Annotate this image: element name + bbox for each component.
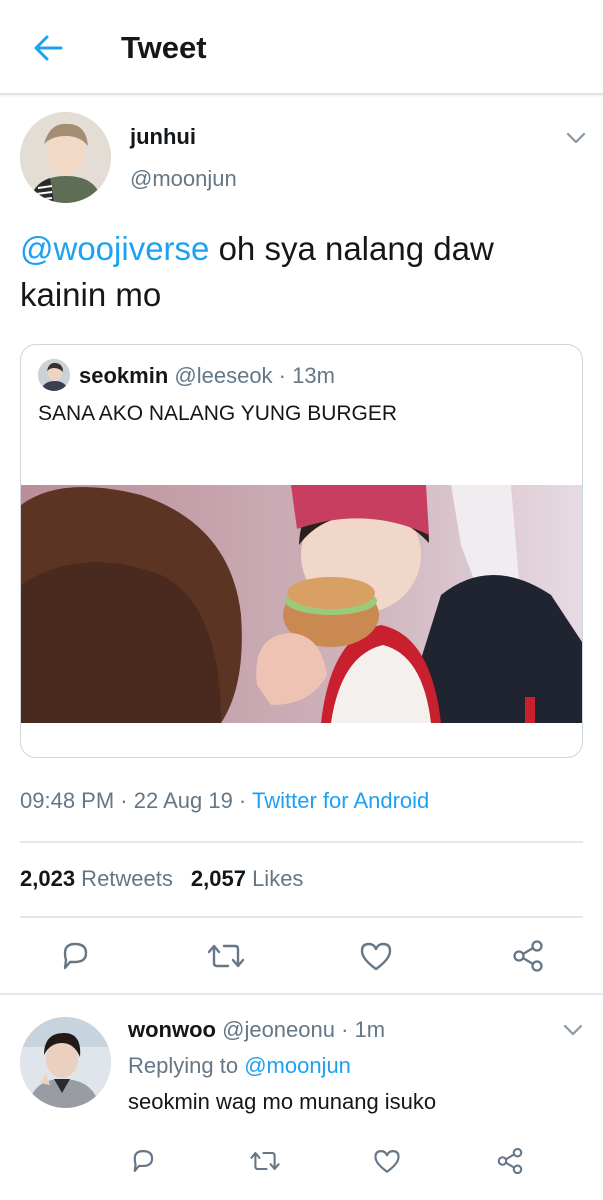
replying-to-link[interactable]: @moonjun xyxy=(244,1053,351,1078)
chevron-down-icon xyxy=(563,1024,583,1036)
quoted-tweet-time: · 13m xyxy=(272,363,335,388)
author-handle[interactable]: @moonjun xyxy=(130,166,237,192)
reply-author-handle[interactable]: @jeoneonu xyxy=(222,1017,335,1042)
quoted-tweet-media[interactable] xyxy=(21,485,582,723)
quoted-author-avatar xyxy=(38,359,70,391)
top-app-bar: Tweet xyxy=(0,0,603,95)
reply-author-name[interactable]: wonwoo xyxy=(128,1017,216,1042)
reply-header: wonwoo @jeoneonu · 1m xyxy=(128,1017,385,1043)
reply-options-button[interactable] xyxy=(559,1020,587,1040)
reply-time: · 1m xyxy=(334,1017,386,1042)
author-name[interactable]: junhui xyxy=(130,124,196,150)
retweets-count[interactable]: 2,023 xyxy=(20,866,75,891)
retweet-button[interactable] xyxy=(204,934,248,978)
replying-prefix: Replying to xyxy=(128,1053,245,1078)
retweet-icon xyxy=(207,944,245,968)
reply-reply-button[interactable] xyxy=(121,1139,165,1183)
retweet-icon xyxy=(250,1151,280,1171)
tweet-timestamp: 09:48 PM · 22 Aug 19 · Twitter for Andro… xyxy=(20,788,429,814)
replying-to: Replying to @moonjun xyxy=(128,1053,351,1079)
share-button[interactable] xyxy=(506,934,550,978)
reply-retweet-button[interactable] xyxy=(243,1139,287,1183)
tweet-time: 09:48 PM xyxy=(20,788,115,813)
reply-button[interactable] xyxy=(53,934,97,978)
reply-icon xyxy=(63,942,88,970)
retweets-label[interactable]: Retweets xyxy=(75,866,173,891)
like-button[interactable] xyxy=(354,934,398,978)
likes-count[interactable]: 2,057 xyxy=(191,866,246,891)
quoted-author-handle: @leeseok xyxy=(174,363,273,388)
section-separator xyxy=(0,993,603,995)
tweet-date: · 22 Aug 19 · xyxy=(114,788,252,813)
quoted-author-name: seokmin xyxy=(79,363,169,388)
tweet-source-link[interactable]: Twitter for Android xyxy=(252,788,429,813)
tweet-stats: 2,023 Retweets 2,057 Likes xyxy=(20,866,321,892)
mention-link[interactable]: @woojiverse xyxy=(20,230,209,267)
page-title: Tweet xyxy=(121,30,207,65)
tweet-options-button[interactable] xyxy=(562,128,590,148)
quoted-tweet-card[interactable]: seokmin @leeseok · 13m SANA AKO NALANG Y… xyxy=(20,344,583,758)
quoted-tweet-header: seokmin @leeseok · 13m xyxy=(79,363,335,389)
chevron-down-icon xyxy=(566,132,586,144)
share-icon xyxy=(513,940,543,972)
reply-share-button[interactable] xyxy=(488,1139,532,1183)
author-avatar[interactable] xyxy=(20,112,111,203)
tweet-text: @woojiverse oh sya nalang daw kainin mo xyxy=(20,226,580,318)
reply-like-button[interactable] xyxy=(365,1139,409,1183)
reply-text: seokmin wag mo munang isuko xyxy=(128,1089,437,1114)
arrow-left-icon xyxy=(34,35,63,61)
share-icon xyxy=(497,1147,523,1175)
heart-icon xyxy=(360,942,392,971)
likes-label[interactable]: Likes xyxy=(246,866,303,891)
reply-icon xyxy=(133,1150,154,1172)
heart-icon xyxy=(374,1150,400,1173)
back-button[interactable] xyxy=(28,28,68,68)
quoted-tweet-text: SANA AKO NALANG YUNG BURGER xyxy=(38,402,398,425)
reply-author-avatar[interactable] xyxy=(20,1017,111,1108)
divider xyxy=(20,916,583,918)
divider xyxy=(20,841,583,843)
